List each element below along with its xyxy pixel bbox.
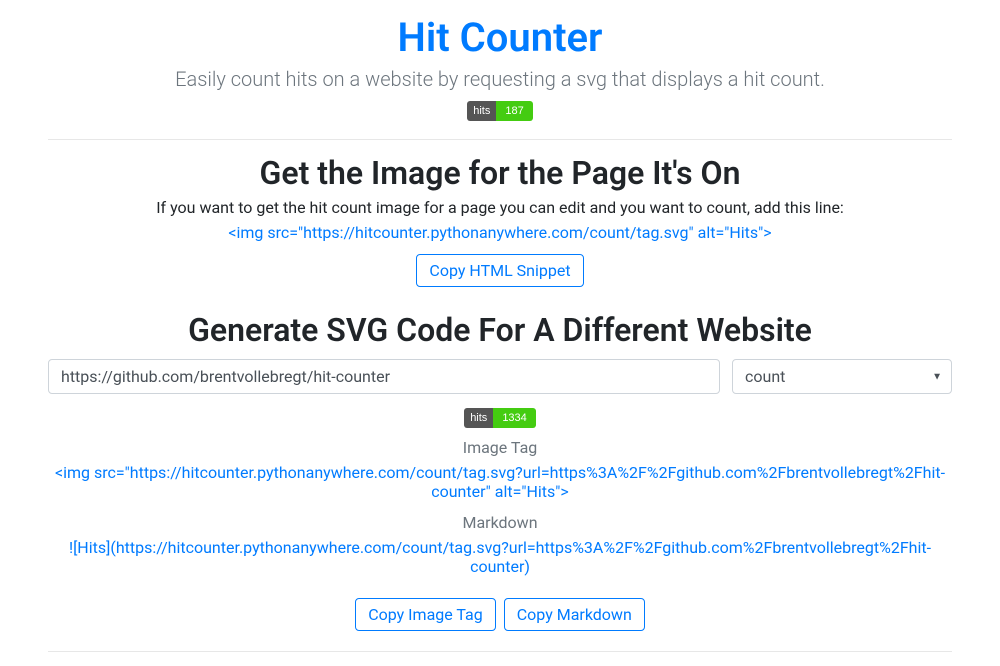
html-snippet: <img src="https://hitcounter.pythonanywh…	[48, 223, 952, 242]
copy-html-snippet-button[interactable]: Copy HTML Snippet	[416, 254, 583, 287]
divider	[48, 139, 952, 140]
mode-select[interactable]: count	[732, 359, 952, 394]
image-tag-label: Image Tag	[48, 438, 952, 457]
generated-badge-value: 1334	[493, 408, 535, 428]
page-subtitle: Easily count hits on a website by reques…	[48, 67, 952, 91]
image-tag-code: <img src="https://hitcounter.pythonanywh…	[48, 463, 952, 501]
markdown-code: ![Hits](https://hitcounter.pythonanywher…	[48, 538, 952, 576]
hits-badge: hits187	[467, 101, 532, 121]
copy-image-tag-button[interactable]: Copy Image Tag	[355, 598, 496, 631]
generated-badge-label: hits	[464, 408, 493, 428]
url-input[interactable]	[48, 359, 720, 394]
divider-bottom	[48, 651, 952, 652]
section1-description: If you want to get the hit count image f…	[48, 198, 952, 217]
copy-markdown-button[interactable]: Copy Markdown	[504, 598, 645, 631]
section1-title: Get the Image for the Page It's On	[48, 154, 952, 192]
hits-badge-label: hits	[467, 101, 496, 121]
section2-title: Generate SVG Code For A Different Websit…	[48, 311, 952, 349]
hits-badge-value: 187	[496, 101, 532, 121]
generated-hits-badge: hits1334	[464, 408, 536, 428]
markdown-label: Markdown	[48, 513, 952, 532]
page-title: Hit Counter	[48, 14, 952, 61]
